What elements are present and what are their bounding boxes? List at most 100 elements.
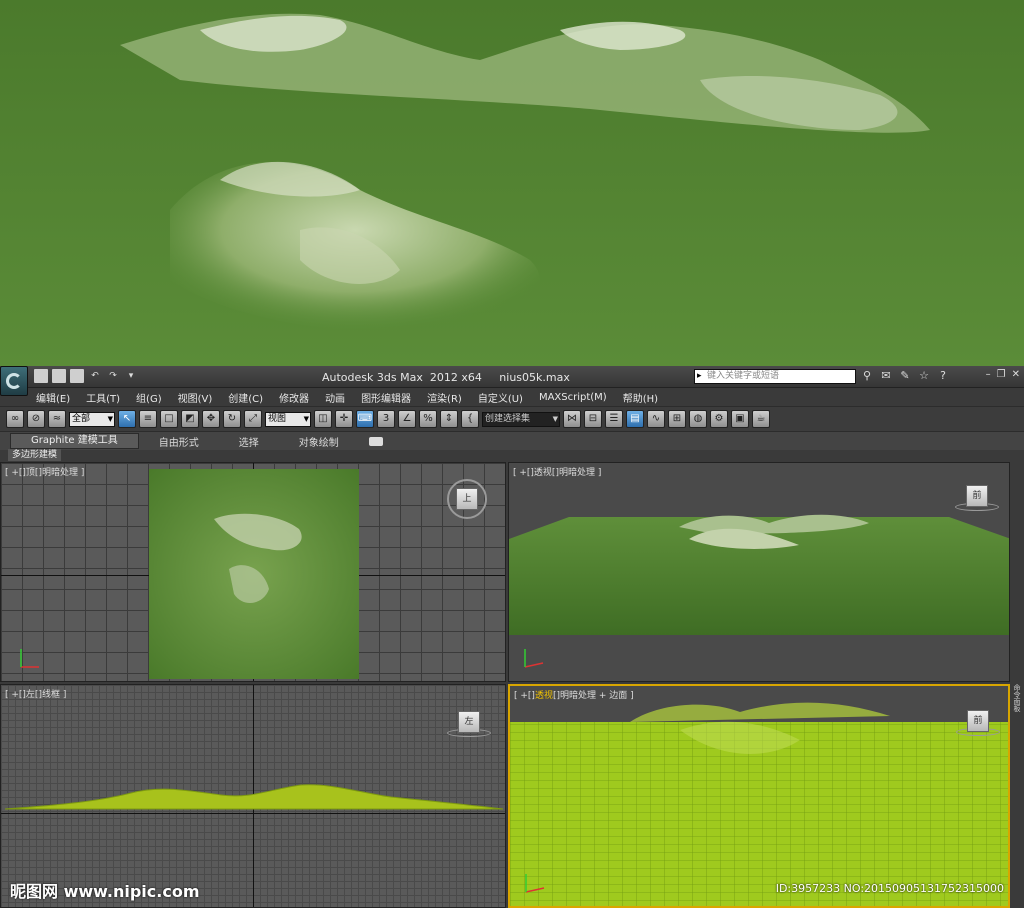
tab-graphite-modeling[interactable]: Graphite 建模工具 — [10, 433, 139, 449]
window-title: Autodesk 3ds Max 2012 x64 nius05k.max — [322, 371, 570, 384]
menu-graph-editors[interactable]: 图形编辑器 — [353, 390, 419, 405]
terrain-top-view — [149, 469, 359, 679]
viewport-top[interactable]: [ +[]顶[]明暗处理 ] 上 — [0, 462, 506, 682]
quick-access-toolbar: ↶ ↷ ▾ — [34, 369, 138, 383]
named-selection-dropdown[interactable]: 创建选择集 — [482, 411, 560, 427]
select-manipulate-icon[interactable]: ✛ — [335, 410, 353, 428]
select-object-icon[interactable]: ↖ — [118, 410, 136, 428]
graphite-ribbon: Graphite 建模工具 自由形式 选择 对象绘制 — [0, 432, 1024, 450]
tab-object-paint[interactable]: 对象绘制 — [279, 434, 359, 449]
tab-selection[interactable]: 选择 — [219, 434, 279, 449]
snap-toggle-icon[interactable]: 3 — [377, 410, 395, 428]
ribbon-panel-bar: 多边形建模 — [0, 449, 1024, 462]
mirror-icon[interactable]: ⋈ — [563, 410, 581, 428]
redo-icon[interactable]: ↷ — [106, 369, 120, 383]
material-editor-icon[interactable]: ◍ — [689, 410, 707, 428]
search-input[interactable]: 键入关键字或短语 — [694, 369, 856, 384]
help-icon[interactable]: ? — [936, 369, 950, 383]
watermark-text: 昵图网 www.nipic.com — [10, 882, 200, 901]
spinner-snap-icon[interactable]: ⇕ — [440, 410, 458, 428]
3dsmax-window: ↶ ↷ ▾ Autodesk 3ds Max 2012 x64 nius05k.… — [0, 366, 1024, 908]
menu-modifiers[interactable]: 修改器 — [271, 390, 317, 405]
new-file-icon[interactable] — [34, 369, 48, 383]
viewcube-face[interactable]: 前 — [967, 710, 989, 732]
viewport-label[interactable]: [ +[]透视[]明暗处理 ] — [513, 465, 601, 478]
menu-rendering[interactable]: 渲染(R) — [419, 390, 470, 405]
ribbon-minimize-icon[interactable] — [368, 436, 383, 446]
menu-views[interactable]: 视图(V) — [170, 390, 221, 405]
menu-maxscript[interactable]: MAXScript(M) — [531, 392, 615, 403]
viewport-left[interactable]: [ +[]左[]线框 ] 左 — [0, 684, 506, 908]
viewcube[interactable]: 左 — [447, 711, 491, 741]
select-by-name-icon[interactable]: ≡ — [139, 410, 157, 428]
binoculars-icon[interactable]: ⚲ — [860, 369, 874, 383]
viewcube[interactable]: 前 — [955, 485, 999, 515]
open-file-icon[interactable] — [52, 369, 66, 383]
subscription-icon[interactable]: ✎ — [898, 369, 912, 383]
terrain-wireframe-view — [510, 702, 1008, 906]
viewcube-face[interactable]: 上 — [456, 488, 478, 510]
viewport-perspective[interactable]: [ +[]透视[]明暗处理 ] 前 — [508, 462, 1010, 682]
menu-create[interactable]: 创建(C) — [220, 390, 271, 405]
command-panel-collapsed[interactable]: 命令面板 — [1010, 462, 1024, 908]
unlink-icon[interactable]: ⊘ — [27, 410, 45, 428]
main-toolbar: ∞ ⊘ ≈ 全部 ↖ ≡ □ ◩ ✥ ↻ ⤢ 视图 ◫ ✛ ⌨ 3 ∠ % ⇕ … — [0, 406, 1024, 432]
rect-selection-icon[interactable]: □ — [160, 410, 178, 428]
polygon-modeling-panel[interactable]: 多边形建模 — [8, 449, 62, 461]
reference-coord-dropdown[interactable]: 视图 — [265, 411, 311, 427]
terrain-wire-silhouette — [4, 784, 504, 810]
link-icon[interactable]: ∞ — [6, 410, 24, 428]
selection-filter-dropdown[interactable]: 全部 — [69, 411, 115, 427]
schematic-view-icon[interactable]: ⊞ — [668, 410, 686, 428]
viewcube[interactable]: 前 — [956, 710, 1000, 740]
terrain-perspective-view — [509, 514, 1009, 635]
save-file-icon[interactable] — [70, 369, 84, 383]
max-logo-icon — [6, 373, 22, 389]
viewcube[interactable]: 上 — [447, 479, 487, 519]
axis-tripod-icon — [524, 649, 544, 668]
bind-space-warp-icon[interactable]: ≈ — [48, 410, 66, 428]
viewport-label[interactable]: [ +[]顶[]明暗处理 ] — [5, 465, 84, 478]
menu-customize[interactable]: 自定义(U) — [470, 390, 531, 405]
tab-freeform[interactable]: 自由形式 — [139, 434, 219, 449]
render-teapot-icon[interactable]: ☕ — [752, 410, 770, 428]
undo-icon[interactable]: ↶ — [88, 369, 102, 383]
angle-snap-icon[interactable]: ∠ — [398, 410, 416, 428]
viewcube-face[interactable]: 左 — [458, 711, 480, 733]
rendered-frame-icon[interactable]: ▣ — [731, 410, 749, 428]
menu-help[interactable]: 帮助(H) — [615, 390, 666, 405]
align-icon[interactable]: ⊟ — [584, 410, 602, 428]
minimize-icon[interactable]: – — [986, 369, 991, 380]
scale-icon[interactable]: ⤢ — [244, 410, 262, 428]
keyboard-shortcut-override-icon[interactable]: ⌨ — [356, 410, 374, 428]
move-icon[interactable]: ✥ — [202, 410, 220, 428]
close-icon[interactable]: ✕ — [1012, 369, 1020, 380]
viewport-perspective-edged[interactable]: [ +[]透视[]明暗处理 + 边面 ] 前 — [508, 684, 1010, 908]
viewport-label[interactable]: [ +[]透视[]明暗处理 + 边面 ] — [514, 688, 634, 701]
viewcube-face[interactable]: 前 — [966, 485, 988, 507]
customize-dropdown-icon[interactable]: ▾ — [124, 369, 138, 383]
viewport-label[interactable]: [ +[]左[]线框 ] — [5, 687, 66, 700]
menu-tools[interactable]: 工具(T) — [78, 390, 128, 405]
axis-tripod-icon — [525, 874, 545, 893]
title-bar: ↶ ↷ ▾ Autodesk 3ds Max 2012 x64 nius05k.… — [0, 366, 1024, 396]
command-panel-label: 命令面板 — [1013, 684, 1021, 712]
render-setup-icon[interactable]: ⚙ — [710, 410, 728, 428]
communication-center-icon[interactable]: ✉ — [879, 369, 893, 383]
rotate-icon[interactable]: ↻ — [223, 410, 241, 428]
edit-named-selection-icon[interactable]: { — [461, 410, 479, 428]
menu-animation[interactable]: 动画 — [317, 390, 353, 405]
menu-bar: 编辑(E) 工具(T) 组(G) 视图(V) 创建(C) 修改器 动画 图形编辑… — [28, 388, 1024, 406]
menu-group[interactable]: 组(G) — [128, 390, 170, 405]
axis-tripod-icon — [20, 649, 39, 668]
graphite-toggle-icon[interactable]: ▤ — [626, 410, 644, 428]
curve-editor-icon[interactable]: ∿ — [647, 410, 665, 428]
pivot-center-icon[interactable]: ◫ — [314, 410, 332, 428]
favorites-star-icon[interactable]: ☆ — [917, 369, 931, 383]
restore-icon[interactable]: ❐ — [997, 369, 1006, 380]
layer-manager-icon[interactable]: ☰ — [605, 410, 623, 428]
app-menu-button[interactable] — [0, 366, 28, 396]
window-crossing-icon[interactable]: ◩ — [181, 410, 199, 428]
menu-edit[interactable]: 编辑(E) — [28, 390, 78, 405]
percent-snap-icon[interactable]: % — [419, 410, 437, 428]
